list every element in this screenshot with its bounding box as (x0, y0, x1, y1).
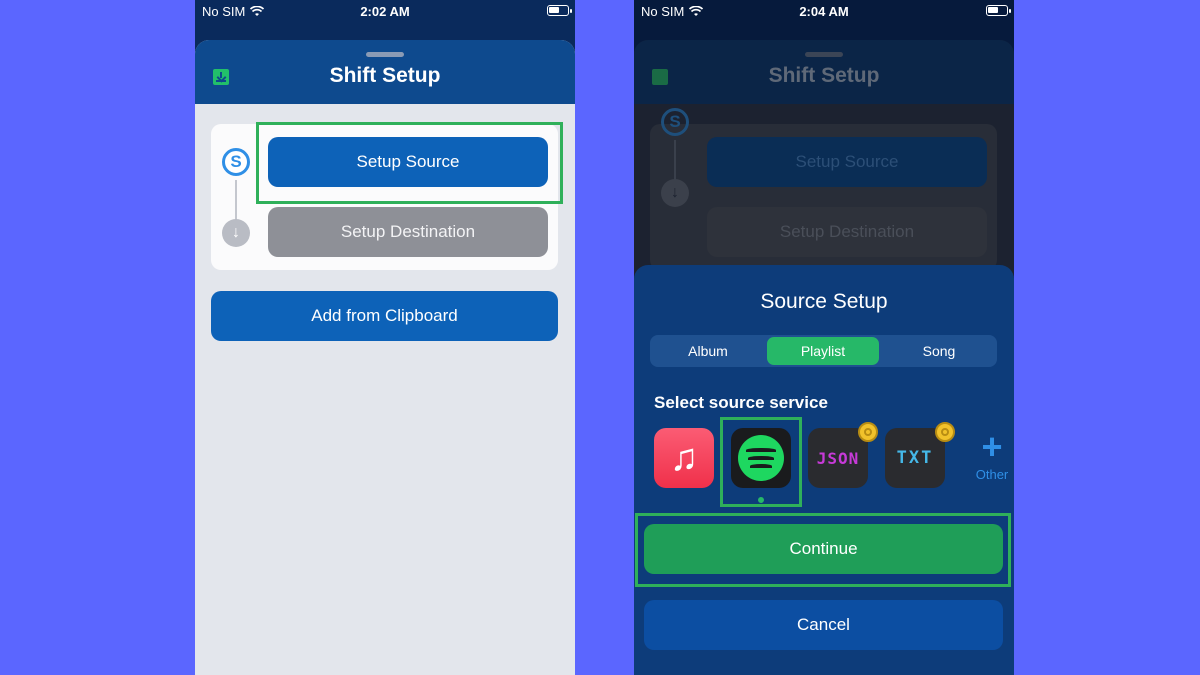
sheet-grabber (805, 52, 843, 57)
tab-song[interactable]: Song (883, 337, 995, 365)
setup-destination-button: Setup Destination (707, 207, 987, 257)
left-phone-screen: No SIM 2:02 AM Shift Setup S ↓ Setup Sou… (195, 0, 575, 675)
other-service-button[interactable]: + Other (972, 426, 1012, 483)
setup-source-button: Setup Source (707, 137, 987, 187)
source-setup-sheet: Source Setup Album Playlist Song Select … (634, 265, 1014, 675)
txt-icon[interactable]: TXT (885, 422, 955, 488)
shift-logo-icon: S (661, 108, 689, 136)
setup-destination-button[interactable]: Setup Destination (268, 207, 548, 257)
sheet-grabber[interactable] (366, 52, 404, 57)
json-icon[interactable]: JSON (808, 422, 878, 488)
source-setup-title: Source Setup (760, 290, 888, 313)
plus-icon: + (981, 426, 1003, 467)
battery-icon (547, 5, 572, 16)
highlight-spotify (720, 417, 802, 507)
right-phone-screen: No SIM 2:04 AM Shift Setup Setup Source … (634, 0, 1014, 675)
cancel-button[interactable]: Cancel (644, 600, 1003, 650)
background-title: Shift Setup (768, 64, 880, 87)
add-from-clipboard-button[interactable]: Add from Clipboard (211, 291, 558, 341)
apple-music-icon[interactable]: ♫ (654, 428, 714, 488)
premium-coin-icon (858, 422, 878, 442)
highlight-setup-source (256, 122, 563, 204)
premium-coin-icon (935, 422, 955, 442)
battery-icon (986, 5, 1011, 16)
tab-album[interactable]: Album (652, 337, 764, 365)
step-connector (674, 140, 676, 180)
arrow-down-icon: ↓ (661, 179, 689, 207)
select-service-label: Select source service (654, 393, 828, 412)
type-segmented-control: Album Playlist Song (650, 335, 997, 367)
status-time: 2:02 AM (360, 4, 410, 19)
json-label: JSON (816, 448, 860, 468)
sheet-header: Shift Setup (195, 40, 575, 104)
arrow-down-icon: ↓ (222, 219, 250, 247)
status-bar: No SIM 2:04 AM (634, 0, 1014, 22)
tab-playlist[interactable]: Playlist (767, 337, 879, 365)
other-label: Other (975, 467, 1009, 482)
shift-logo-icon: S (222, 148, 250, 176)
highlight-continue (635, 513, 1011, 587)
status-bar: No SIM 2:02 AM (195, 0, 575, 22)
step-connector (235, 180, 237, 220)
status-time: 2:04 AM (799, 4, 849, 19)
txt-label: TXT (896, 448, 934, 468)
sheet-title: Shift Setup (329, 64, 441, 87)
